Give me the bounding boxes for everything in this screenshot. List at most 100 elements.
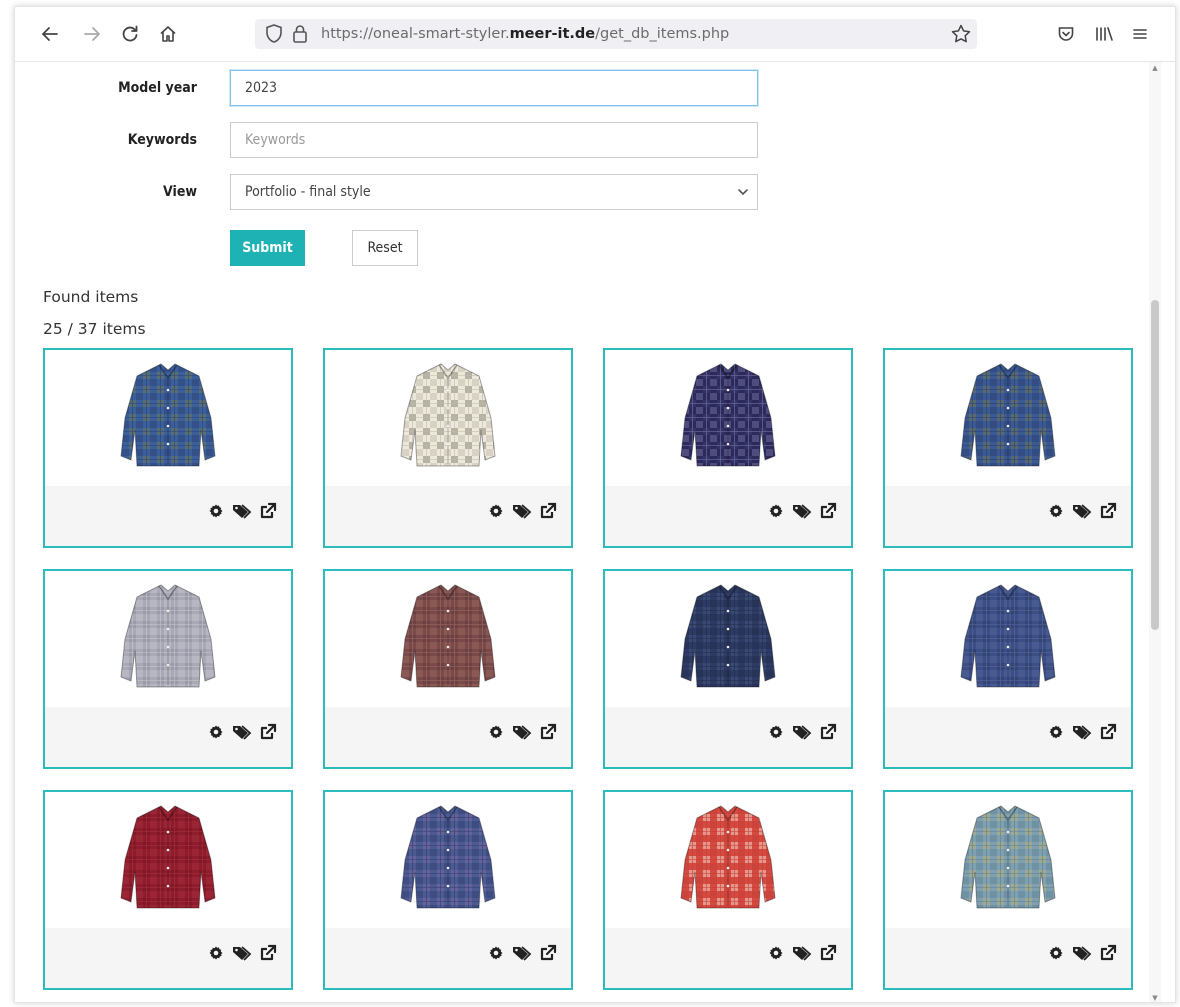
submit-button[interactable]: Submit — [230, 230, 305, 266]
product-card[interactable] — [883, 569, 1133, 769]
gear-icon[interactable] — [487, 723, 505, 741]
external-link-icon[interactable] — [259, 723, 277, 741]
tags-icon[interactable] — [231, 944, 253, 962]
external-link-icon[interactable] — [259, 502, 277, 520]
shield-icon[interactable] — [263, 22, 285, 50]
url-text[interactable]: https://oneal-smart-styler.meer-it.de/ge… — [321, 19, 729, 49]
product-image[interactable] — [605, 792, 851, 928]
tags-icon[interactable] — [791, 502, 813, 520]
page-content: Model year 2023 Keywords Keywords View P… — [15, 62, 1147, 1002]
product-image[interactable] — [885, 571, 1131, 707]
product-card[interactable] — [603, 348, 853, 548]
card-footer — [325, 707, 571, 767]
model-year-input[interactable]: 2023 — [230, 70, 758, 106]
product-image[interactable] — [325, 792, 571, 928]
gear-icon[interactable] — [207, 723, 225, 741]
card-actions — [767, 944, 837, 962]
external-link-icon[interactable] — [819, 944, 837, 962]
forward-button[interactable] — [79, 21, 105, 47]
reload-button[interactable] — [117, 21, 143, 47]
product-image[interactable] — [45, 350, 291, 486]
product-image[interactable] — [885, 792, 1131, 928]
reset-button[interactable]: Reset — [352, 230, 418, 266]
vertical-scrollbar[interactable]: ▲ ▼ — [1149, 62, 1161, 1002]
product-card[interactable] — [323, 569, 573, 769]
tags-icon[interactable] — [1071, 723, 1093, 741]
product-card[interactable] — [323, 348, 573, 548]
product-card[interactable] — [43, 348, 293, 548]
external-link-icon[interactable] — [1099, 723, 1117, 741]
url-domain: meer-it.de — [509, 26, 596, 42]
product-image[interactable] — [605, 571, 851, 707]
item-count: 25 / 37 items — [43, 320, 146, 338]
card-footer — [885, 707, 1131, 767]
external-link-icon[interactable] — [1099, 944, 1117, 962]
card-footer — [45, 707, 291, 767]
external-link-icon[interactable] — [819, 723, 837, 741]
gear-icon[interactable] — [1047, 723, 1065, 741]
hamburger-menu-icon — [1133, 29, 1147, 39]
card-footer — [605, 707, 851, 767]
product-card[interactable] — [43, 569, 293, 769]
model-year-label: Model year — [118, 80, 197, 96]
gear-icon[interactable] — [767, 944, 785, 962]
tags-icon[interactable] — [511, 723, 533, 741]
browser-toolbar: https://oneal-smart-styler.meer-it.de/ge… — [15, 7, 1175, 62]
product-card[interactable] — [603, 790, 853, 990]
gear-icon[interactable] — [1047, 502, 1065, 520]
product-image[interactable] — [605, 350, 851, 486]
tags-icon[interactable] — [231, 502, 253, 520]
gear-icon[interactable] — [487, 502, 505, 520]
view-select[interactable]: Portfolio - final style — [230, 174, 758, 210]
back-button[interactable] — [37, 21, 63, 47]
home-button[interactable] — [155, 21, 181, 47]
external-link-icon[interactable] — [259, 944, 277, 962]
url-prefix: https://oneal-smart-styler. — [321, 26, 510, 42]
card-actions — [207, 502, 277, 520]
gear-icon[interactable] — [487, 944, 505, 962]
keywords-input[interactable]: Keywords — [230, 122, 758, 158]
external-link-icon[interactable] — [539, 723, 557, 741]
product-card[interactable] — [323, 790, 573, 990]
product-card[interactable] — [883, 348, 1133, 548]
bookmark-star-icon[interactable] — [949, 22, 973, 50]
product-image[interactable] — [45, 571, 291, 707]
gear-icon[interactable] — [767, 723, 785, 741]
product-image[interactable] — [45, 792, 291, 928]
tags-icon[interactable] — [511, 502, 533, 520]
product-image[interactable] — [325, 571, 571, 707]
tags-icon[interactable] — [1071, 944, 1093, 962]
tags-icon[interactable] — [231, 723, 253, 741]
external-link-icon[interactable] — [819, 502, 837, 520]
gear-icon[interactable] — [207, 944, 225, 962]
scrollbar-thumb[interactable] — [1151, 300, 1159, 630]
url-bar[interactable]: https://oneal-smart-styler.meer-it.de/ge… — [255, 19, 977, 49]
card-actions — [487, 502, 557, 520]
gear-icon[interactable] — [207, 502, 225, 520]
product-image[interactable] — [325, 350, 571, 486]
gear-icon[interactable] — [767, 502, 785, 520]
product-image[interactable] — [885, 350, 1131, 486]
product-card[interactable] — [603, 569, 853, 769]
external-link-icon[interactable] — [1099, 502, 1117, 520]
gear-icon[interactable] — [1047, 944, 1065, 962]
lock-icon[interactable] — [289, 22, 311, 50]
external-link-icon[interactable] — [539, 502, 557, 520]
tags-icon[interactable] — [791, 723, 813, 741]
product-card[interactable] — [883, 790, 1133, 990]
scroll-up-arrow-icon[interactable]: ▲ — [1151, 64, 1159, 72]
url-path: /get_db_items.php — [595, 26, 730, 42]
external-link-icon[interactable] — [539, 944, 557, 962]
view-selected-value: Portfolio - final style — [245, 184, 371, 200]
card-footer — [45, 486, 291, 546]
tags-icon[interactable] — [791, 944, 813, 962]
library-button[interactable] — [1091, 21, 1117, 47]
product-card[interactable] — [43, 790, 293, 990]
tags-icon[interactable] — [1071, 502, 1093, 520]
keywords-label: Keywords — [127, 132, 197, 148]
tags-icon[interactable] — [511, 944, 533, 962]
menu-button[interactable] — [1127, 21, 1153, 47]
card-footer — [325, 928, 571, 988]
pocket-button[interactable] — [1053, 21, 1079, 47]
scroll-down-arrow-icon[interactable]: ▼ — [1151, 994, 1159, 1002]
